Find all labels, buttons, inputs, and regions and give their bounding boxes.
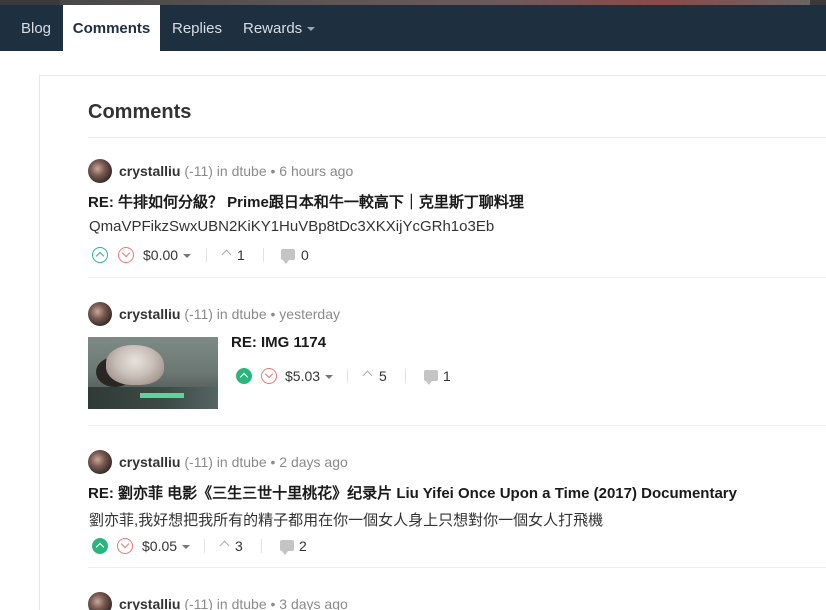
tab-comments[interactable]: Comments <box>63 5 160 51</box>
chevron-down-icon <box>325 375 334 380</box>
tab-blog-label: Blog <box>21 20 52 37</box>
votes-icon <box>221 249 232 260</box>
row-divider <box>88 567 826 568</box>
avatar[interactable] <box>88 159 112 183</box>
author-info: crystalliu (-11) in dtube • 3 days ago <box>119 592 348 610</box>
reply-count[interactable]: 0 <box>301 245 309 265</box>
downvote-icon[interactable] <box>261 368 277 384</box>
vote-count[interactable]: 5 <box>379 366 387 386</box>
divider <box>204 539 205 553</box>
chevron-down-icon <box>307 27 316 32</box>
avatar[interactable] <box>88 450 112 474</box>
tab-rewards-label: Rewards <box>243 20 303 37</box>
divider <box>88 137 826 138</box>
reply-icon <box>281 249 295 264</box>
avatar[interactable] <box>88 592 112 610</box>
payout-amount: $5.03 <box>285 368 321 384</box>
payout-value[interactable]: $5.03 <box>285 366 334 386</box>
divider <box>263 248 264 262</box>
thumbnail-figure <box>106 345 164 385</box>
top-nav: Blog Comments Replies Rewards <box>0 5 826 51</box>
tab-replies-label: Replies <box>172 20 223 37</box>
comment-meta[interactable]: in dtube • 3 days ago <box>217 596 348 610</box>
tab-replies[interactable]: Replies <box>172 5 222 51</box>
comment-title[interactable]: RE: IMG 1174 <box>231 334 326 351</box>
comment-actions: $0.00 1 0 <box>92 245 332 265</box>
chevron-down-icon <box>182 545 191 550</box>
author-reputation: (-11) <box>184 163 213 179</box>
author-reputation: (-11) <box>184 596 213 610</box>
divider <box>206 248 207 262</box>
payout-value[interactable]: $0.00 <box>143 245 192 265</box>
comment-title[interactable]: RE: 牛排如何分級？ Prime跟日本和牛一較高下｜克里斯丁聊料理 <box>88 191 524 212</box>
upvote-icon[interactable] <box>236 368 252 384</box>
divider <box>405 369 406 383</box>
video-thumbnail[interactable] <box>88 337 218 409</box>
row-divider <box>88 425 826 426</box>
downvote-icon[interactable] <box>118 247 134 263</box>
payout-amount: $0.05 <box>142 538 178 554</box>
reply-count[interactable]: 2 <box>299 536 307 556</box>
divider <box>347 369 348 383</box>
upvote-icon[interactable] <box>92 247 108 263</box>
comment-meta[interactable]: in dtube • 2 days ago <box>217 454 348 470</box>
chevron-down-icon <box>183 254 192 259</box>
payout-value[interactable]: $0.05 <box>142 536 191 556</box>
author-info: crystalliu (-11) in dtube • 6 hours ago <box>119 159 353 183</box>
author-name[interactable]: crystalliu <box>119 163 180 179</box>
votes-icon <box>219 540 230 551</box>
vote-count[interactable]: 1 <box>237 245 245 265</box>
divider <box>261 539 262 553</box>
avatar[interactable] <box>88 302 112 326</box>
author-name[interactable]: crystalliu <box>119 596 180 610</box>
author-reputation: (-11) <box>184 454 213 470</box>
author-name[interactable]: crystalliu <box>119 306 180 322</box>
vote-count[interactable]: 3 <box>235 536 243 556</box>
thumbnail-accent <box>140 393 184 398</box>
author-reputation: (-11) <box>184 306 213 322</box>
comment-meta[interactable]: in dtube • yesterday <box>217 306 340 322</box>
comment-actions: $0.05 3 2 <box>92 536 332 556</box>
author-info: crystalliu (-11) in dtube • 2 days ago <box>119 450 348 474</box>
comment-actions: $5.03 5 1 <box>236 366 466 386</box>
thumbnail-table <box>88 387 218 409</box>
payout-amount: $0.00 <box>143 247 179 263</box>
comment-body[interactable]: QmaVPFikzSwxUBN2KiKY1HuVBp8tDc3XKXijYcGR… <box>89 218 494 235</box>
reply-icon <box>280 540 294 555</box>
comment-meta[interactable]: in dtube • 6 hours ago <box>217 163 353 179</box>
comment-title[interactable]: RE: 劉亦菲 电影《三生三世十里桃花》纪录片 Liu Yifei Once U… <box>88 482 737 503</box>
reply-icon <box>424 370 438 385</box>
votes-icon <box>362 370 373 381</box>
row-divider <box>88 277 826 278</box>
upvote-icon[interactable] <box>92 538 108 554</box>
page-title: Comments <box>88 101 192 123</box>
reply-count[interactable]: 1 <box>443 366 451 386</box>
author-name[interactable]: crystalliu <box>119 454 180 470</box>
tab-rewards[interactable]: Rewards <box>243 5 316 51</box>
author-info: crystalliu (-11) in dtube • yesterday <box>119 302 340 326</box>
tab-comments-label: Comments <box>72 20 151 37</box>
tab-blog[interactable]: Blog <box>21 5 51 51</box>
downvote-icon[interactable] <box>117 538 133 554</box>
comment-body[interactable]: 劉亦菲,我好想把我所有的精子都用在你一個女人身上只想對你一個女人打飛機 <box>89 509 603 530</box>
